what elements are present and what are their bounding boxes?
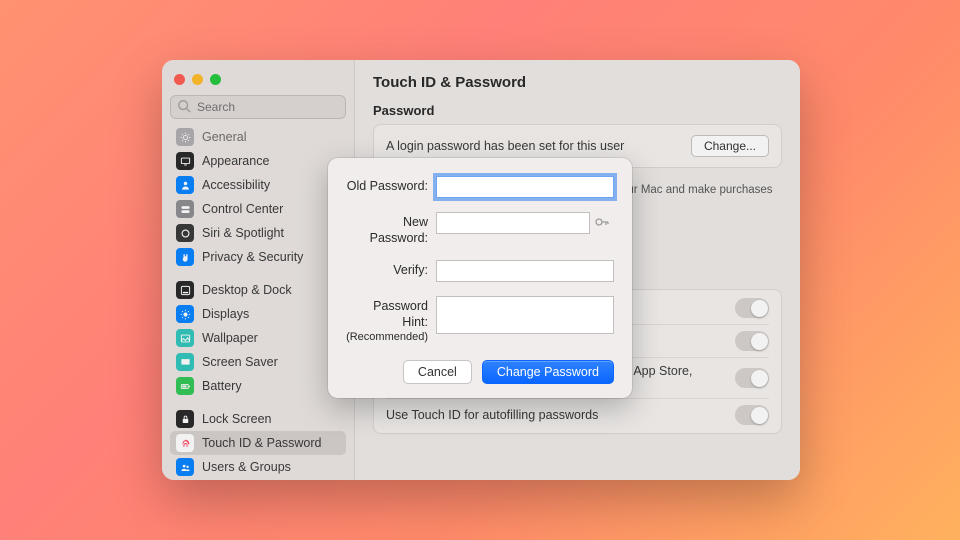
sidebar-item-label: Desktop & Dock: [202, 283, 292, 297]
minimize-window-icon[interactable]: [192, 74, 203, 85]
sidebar-item-touch-id-password[interactable]: Touch ID & Password: [170, 431, 346, 455]
sidebar-item-general[interactable]: General: [170, 125, 346, 149]
sidebar-item-users-groups[interactable]: Users & Groups: [170, 455, 346, 479]
window-controls: [170, 70, 346, 95]
verify-password-input[interactable]: [436, 260, 614, 282]
password-status-text: A login password has been set for this u…: [386, 139, 624, 153]
monitor-icon: [176, 152, 194, 170]
touchid-option-toggle[interactable]: [735, 298, 769, 318]
password-hint-input[interactable]: [436, 296, 614, 334]
cancel-button[interactable]: Cancel: [403, 360, 472, 384]
sidebar-item-label: Users & Groups: [202, 460, 291, 474]
sidebar-item-desktop-dock[interactable]: Desktop & Dock: [170, 278, 346, 302]
sun-icon: [176, 305, 194, 323]
sidebar-item-label: Touch ID & Password: [202, 436, 322, 450]
sidebar-item-wallpaper[interactable]: Wallpaper: [170, 326, 346, 350]
sidebar-item-lock-screen[interactable]: Lock Screen: [170, 407, 346, 431]
battery-icon: [176, 377, 194, 395]
new-password-input[interactable]: [436, 212, 590, 234]
change-password-button[interactable]: Change...: [691, 135, 769, 157]
change-password-submit-button[interactable]: Change Password: [482, 360, 614, 384]
search-input[interactable]: [170, 95, 346, 119]
person-icon: [176, 176, 194, 194]
sidebar-item-label: Privacy & Security: [202, 250, 303, 264]
image-icon: [176, 329, 194, 347]
sidebar-item-label: Siri & Spotlight: [202, 226, 284, 240]
new-password-label: New Password:: [346, 212, 436, 246]
touchid-option-toggle[interactable]: [735, 331, 769, 351]
change-password-dialog: Old Password: New Password: Verify: Pass…: [328, 158, 632, 398]
touchid-option-toggle[interactable]: [735, 405, 769, 425]
sidebar: General Appearance Accessibility Control Ce…: [162, 60, 354, 480]
sidebar-item-control-center[interactable]: Control Center: [170, 197, 346, 221]
sidebar-item-label: Appearance: [202, 154, 269, 168]
sidebar-item-privacy-security[interactable]: Privacy & Security: [170, 245, 346, 269]
sidebar-item-label: Accessibility: [202, 178, 270, 192]
sidebar-item-label: General: [202, 130, 246, 144]
sidebar-item-label: Control Center: [202, 202, 283, 216]
toggles-icon: [176, 200, 194, 218]
sidebar-list: General Appearance Accessibility Control Ce…: [170, 125, 346, 480]
sidebar-item-label: Battery: [202, 379, 242, 393]
touchid-option-label: Use Touch ID for autofilling passwords: [386, 408, 598, 422]
old-password-label: Old Password:: [346, 176, 436, 195]
sidebar-item-displays[interactable]: Displays: [170, 302, 346, 326]
sidebar-item-siri-spotlight[interactable]: Siri & Spotlight: [170, 221, 346, 245]
close-window-icon[interactable]: [174, 74, 185, 85]
sidebar-item-screen-saver[interactable]: Screen Saver: [170, 350, 346, 374]
sidebar-item-appearance[interactable]: Appearance: [170, 149, 346, 173]
sidebar-item-accessibility[interactable]: Accessibility: [170, 173, 346, 197]
sidebar-item-label: Screen Saver: [202, 355, 278, 369]
verify-label: Verify:: [346, 260, 436, 279]
lock-icon: [176, 410, 194, 428]
touchid-option-toggle[interactable]: [735, 368, 769, 388]
fingerprint-icon: [176, 434, 194, 452]
sidebar-item-label: Lock Screen: [202, 412, 271, 426]
sidebar-item-label: Wallpaper: [202, 331, 258, 345]
siri-icon: [176, 224, 194, 242]
hand-icon: [176, 248, 194, 266]
dock-icon: [176, 281, 194, 299]
key-icon[interactable]: [594, 214, 610, 230]
password-heading: Password: [373, 103, 782, 118]
sidebar-item-battery[interactable]: Battery: [170, 374, 346, 398]
gear-icon: [176, 128, 194, 146]
sidebar-item-label: Displays: [202, 307, 249, 321]
page-title: Touch ID & Password: [373, 74, 782, 91]
search-icon: [177, 99, 191, 113]
hint-label: Password Hint: (Recommended): [346, 296, 436, 344]
screen-icon: [176, 353, 194, 371]
users-icon: [176, 458, 194, 476]
zoom-window-icon[interactable]: [210, 74, 221, 85]
old-password-input[interactable]: [436, 176, 614, 198]
touchid-option-row: Use Touch ID for autofilling passwords: [386, 398, 769, 431]
